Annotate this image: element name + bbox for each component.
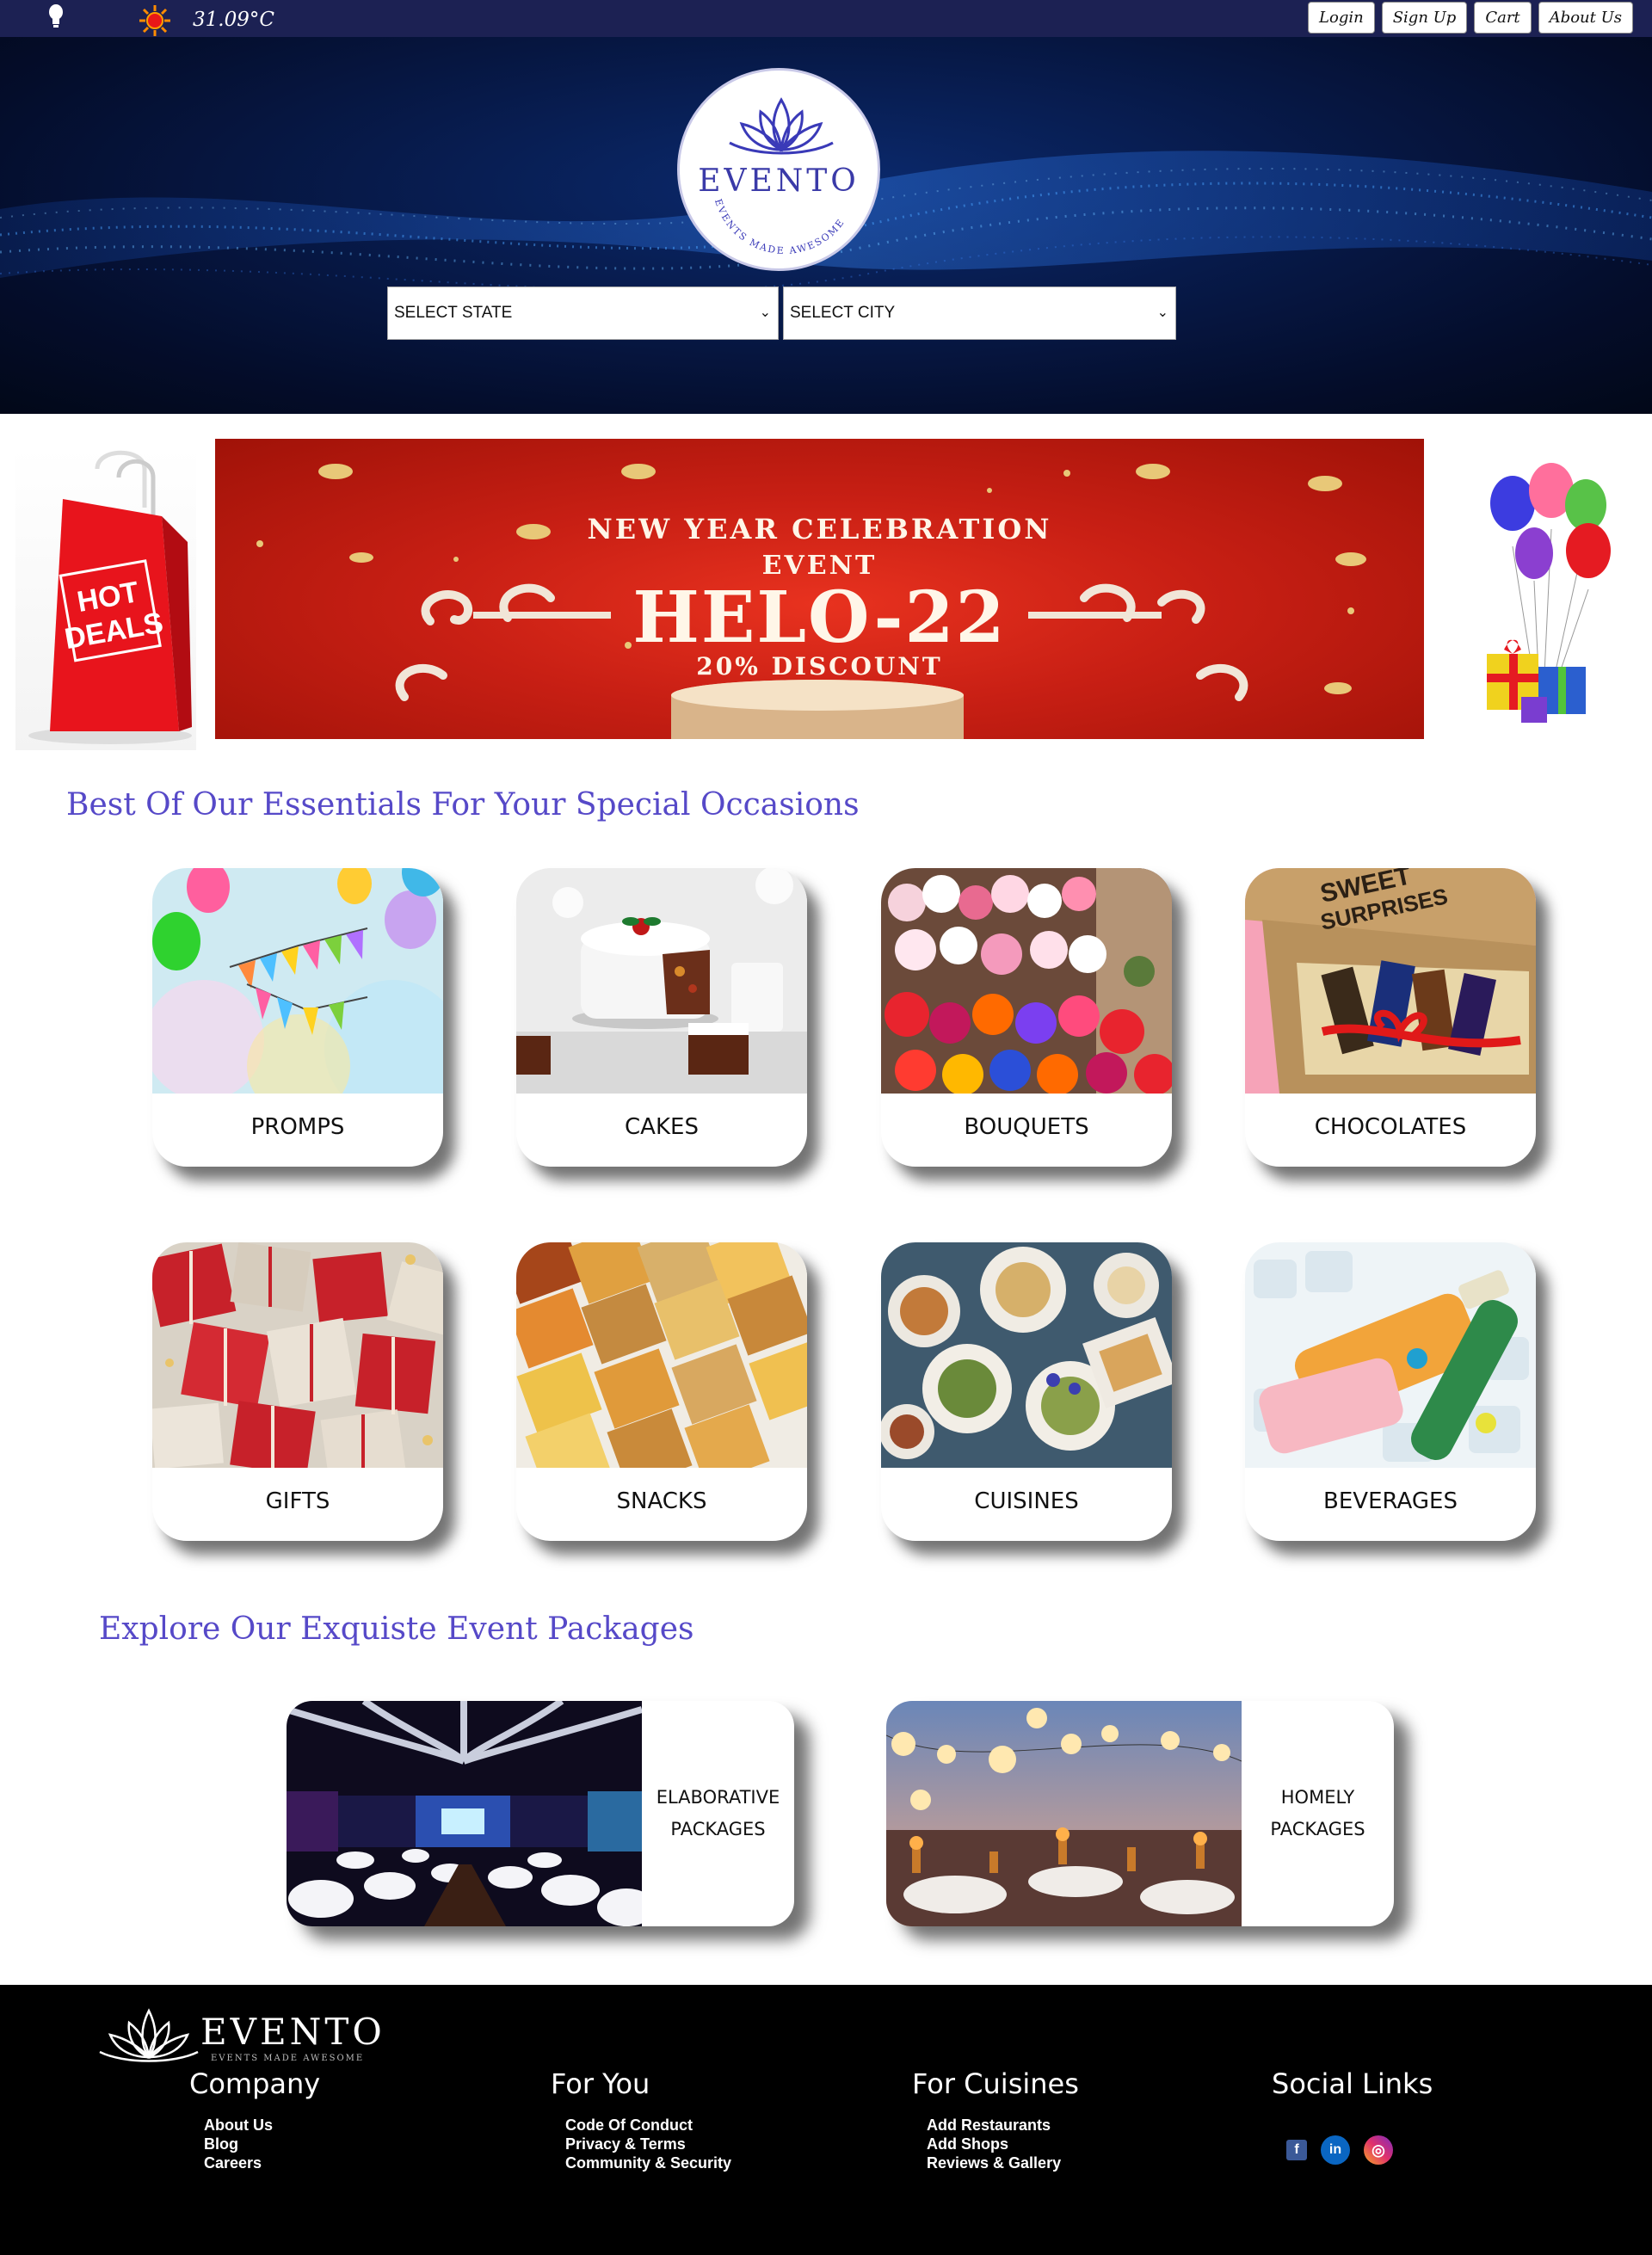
category-card-chocolates[interactable]: SWEET SURPRISES CHOCOLATES: [1245, 868, 1536, 1167]
footer-link-about-us[interactable]: About Us: [204, 2116, 320, 2135]
footer-link-careers[interactable]: Careers: [204, 2153, 320, 2172]
state-select[interactable]: SELECT STATE ⌄: [387, 286, 779, 340]
package-label-line2: PACKAGES: [1270, 1819, 1365, 1839]
social-links: f in ◎: [1286, 2135, 1393, 2165]
footer-column-for-cuisines: For Cuisines Add Restaurants Add Shops R…: [912, 2067, 1079, 2172]
category-card-snacks[interactable]: SNACKS: [516, 1242, 807, 1541]
gifts-image: [152, 1242, 443, 1468]
category-label: BOUQUETS: [964, 1114, 1089, 1140]
new-year-promo-banner[interactable]: NEW YEAR CELEBRATION EVENT HELO-22 20% D…: [215, 439, 1424, 739]
banquet-hall-image: [287, 1701, 642, 1926]
instagram-icon[interactable]: ◎: [1364, 2135, 1393, 2165]
banner-discount: 20% DISCOUNT: [696, 652, 943, 681]
category-card-cuisines[interactable]: CUISINES: [881, 1242, 1172, 1541]
cart-button[interactable]: Cart: [1474, 2, 1532, 34]
footer-column-company: Company About Us Blog Careers: [189, 2067, 320, 2172]
bouquets-image: [881, 868, 1172, 1094]
evento-logo[interactable]: EVENTO EVENTS MADE AWESOME: [677, 68, 880, 271]
package-card-homely[interactable]: HOMELY PACKAGES: [886, 1701, 1394, 1926]
footer-link-privacy-terms[interactable]: Privacy & Terms: [565, 2135, 731, 2153]
chocolates-image: SWEET SURPRISES: [1245, 868, 1536, 1094]
footer-column-social: Social Links: [1272, 2067, 1433, 2116]
city-select[interactable]: SELECT CITY ⌄: [783, 286, 1176, 340]
cuisines-image: [881, 1242, 1172, 1468]
promps-image: [152, 868, 443, 1094]
temperature-readout: 31.09°C: [193, 9, 274, 31]
package-label: ELABORATIVE PACKAGES: [642, 1701, 794, 1926]
category-card-gifts[interactable]: GIFTS: [152, 1242, 443, 1541]
hero-section: EVENTO EVENTS MADE AWESOME SELECT STATE …: [0, 37, 1652, 414]
footer-tagline: EVENTS MADE AWESOME: [211, 2054, 365, 2063]
category-label: PROMPS: [250, 1114, 345, 1140]
footer-brand: EVENTO: [200, 2011, 385, 2053]
banner-promo-code: HELO-22: [632, 576, 1007, 659]
footer-link-add-shops[interactable]: Add Shops: [927, 2135, 1079, 2153]
top-nav: Login Sign Up Cart About Us: [1308, 2, 1633, 34]
city-select-value: SELECT CITY: [790, 304, 896, 322]
footer-link-add-restaurants[interactable]: Add Restaurants: [927, 2116, 1079, 2135]
top-bar: 31.09°C Login Sign Up Cart About Us: [0, 0, 1652, 37]
footer-column-title: Social Links: [1272, 2067, 1433, 2100]
footer-lotus-icon: [99, 2008, 199, 2062]
category-card-promps[interactable]: PROMPS: [152, 868, 443, 1167]
category-label: CUISINES: [974, 1488, 1079, 1514]
category-card-cakes[interactable]: CAKES: [516, 868, 807, 1167]
sun-icon: [139, 5, 170, 36]
category-label: GIFTS: [265, 1488, 330, 1514]
banner-headline: NEW YEAR CELEBRATION: [587, 513, 1052, 545]
footer-column-title: Company: [189, 2067, 321, 2100]
logo-tagline: EVENTS MADE AWESOME: [712, 198, 848, 256]
chevron-down-icon: ⌄: [1156, 305, 1168, 320]
site-footer: EVENTO EVENTS MADE AWESOME Company About…: [0, 1985, 1652, 2255]
category-card-bouquets[interactable]: BOUQUETS: [881, 868, 1172, 1167]
footer-link-code-of-conduct[interactable]: Code Of Conduct: [565, 2116, 731, 2135]
category-label: CAKES: [625, 1114, 699, 1140]
svg-text:EVENTS MADE AWESOME: EVENTS MADE AWESOME: [712, 198, 848, 256]
login-button[interactable]: Login: [1308, 2, 1375, 34]
cakes-image: [516, 868, 807, 1094]
category-label: SNACKS: [616, 1488, 707, 1514]
footer-link-reviews-gallery[interactable]: Reviews & Gallery: [927, 2153, 1079, 2172]
outdoor-dinner-image: [886, 1701, 1242, 1926]
beverages-image: [1245, 1242, 1536, 1468]
signup-button[interactable]: Sign Up: [1381, 2, 1468, 34]
package-label-line1: ELABORATIVE: [656, 1787, 780, 1808]
packages-heading: Explore Our Exquiste Event Packages: [99, 1611, 694, 1647]
footer-link-community-security[interactable]: Community & Security: [565, 2153, 731, 2172]
snacks-image: [516, 1242, 807, 1468]
footer-link-blog[interactable]: Blog: [204, 2135, 320, 2153]
lightbulb-icon[interactable]: [45, 2, 67, 31]
package-label-line1: HOMELY: [1280, 1787, 1355, 1808]
package-label-line2: PACKAGES: [670, 1819, 766, 1839]
footer-column-for-you: For You Code Of Conduct Privacy & Terms …: [551, 2067, 731, 2172]
category-card-beverages[interactable]: BEVERAGES: [1245, 1242, 1536, 1541]
hot-deals-bag-image[interactable]: HOT DEALS: [15, 447, 196, 750]
package-card-elaborative[interactable]: ELABORATIVE PACKAGES: [287, 1701, 794, 1926]
about-us-button[interactable]: About Us: [1538, 2, 1633, 34]
facebook-icon[interactable]: f: [1286, 2140, 1307, 2160]
balloons-gifts-image[interactable]: [1478, 452, 1616, 749]
package-label: HOMELY PACKAGES: [1242, 1701, 1394, 1926]
essentials-heading: Best Of Our Essentials For Your Special …: [66, 787, 860, 823]
state-select-value: SELECT STATE: [394, 304, 513, 322]
category-label: CHOCOLATES: [1314, 1114, 1467, 1140]
chevron-down-icon: ⌄: [759, 305, 771, 320]
linkedin-icon[interactable]: in: [1321, 2135, 1350, 2165]
footer-column-title: For You: [551, 2067, 650, 2100]
footer-column-title: For Cuisines: [912, 2067, 1079, 2100]
category-label: BEVERAGES: [1323, 1488, 1458, 1514]
